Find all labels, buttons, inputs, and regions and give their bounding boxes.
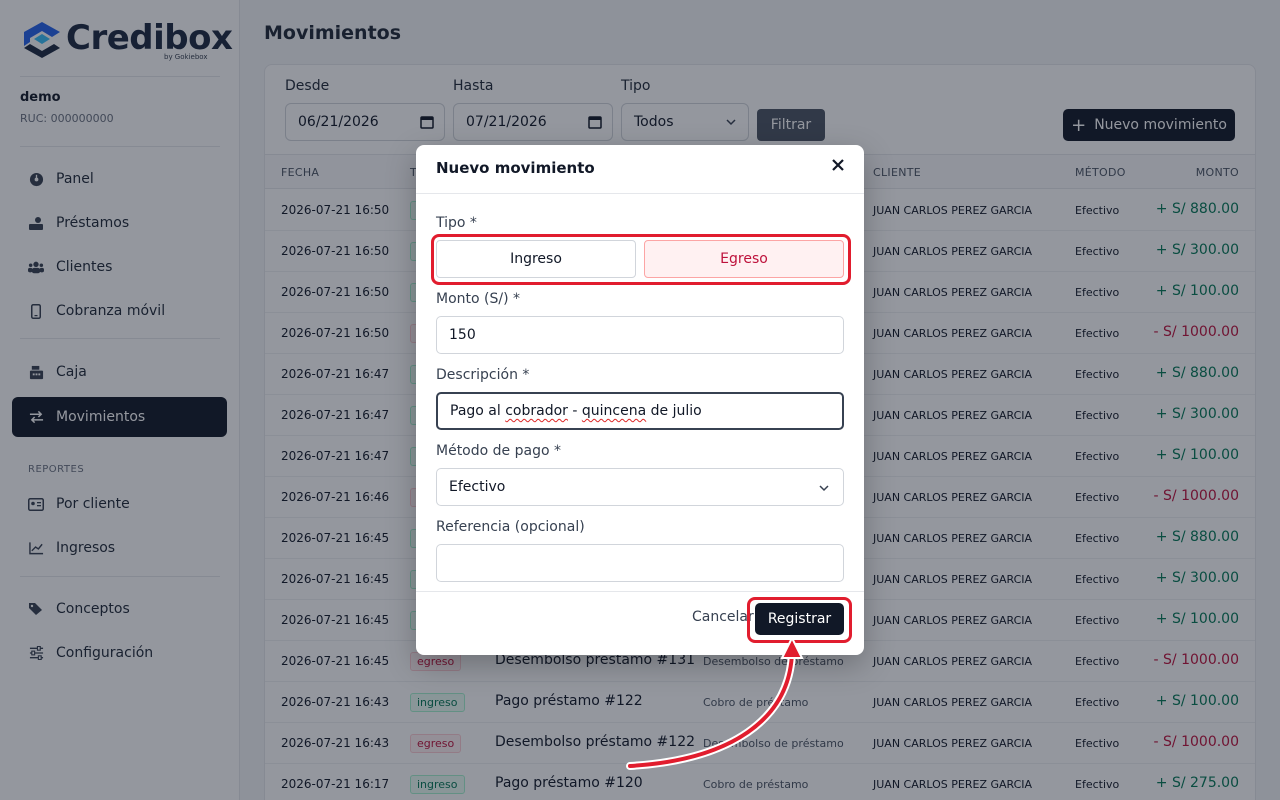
registrar-highlight-annotation	[747, 597, 852, 643]
new-movement-modal: Nuevo movimiento Tipo * Ingreso Egreso M…	[416, 145, 864, 655]
cancel-button[interactable]: Cancelar	[692, 609, 754, 625]
descripcion-misspelled-word: cobrador	[505, 403, 568, 419]
descripcion-field-label: Descripción *	[436, 367, 530, 383]
metodo-select-value: Efectivo	[449, 479, 506, 495]
modal-divider	[416, 591, 864, 592]
tipo-field-label: Tipo *	[436, 215, 477, 231]
metodo-select[interactable]: Efectivo	[436, 468, 844, 506]
descripcion-misspelled-word: quincena	[581, 403, 647, 419]
tipo-highlight-annotation	[431, 234, 851, 285]
monto-input[interactable]: 150	[436, 316, 844, 354]
monto-value: 150	[449, 327, 476, 343]
descripcion-text-part: de julio	[646, 403, 702, 419]
chevron-down-icon	[817, 481, 831, 495]
descripcion-text-part: Pago al	[450, 403, 506, 419]
monto-field-label: Monto (S/) *	[436, 291, 520, 307]
metodo-field-label: Método de pago *	[436, 443, 561, 459]
descripcion-text-part: -	[567, 403, 582, 419]
modal-title: Nuevo movimiento	[436, 159, 595, 177]
referencia-input[interactable]	[436, 544, 844, 582]
descripcion-value: Pago al cobrador - quincena de julio	[450, 403, 702, 419]
close-icon[interactable]	[830, 157, 846, 173]
descripcion-input[interactable]: Pago al cobrador - quincena de julio	[436, 392, 844, 430]
modal-divider	[416, 193, 864, 194]
referencia-field-label: Referencia (opcional)	[436, 519, 585, 535]
